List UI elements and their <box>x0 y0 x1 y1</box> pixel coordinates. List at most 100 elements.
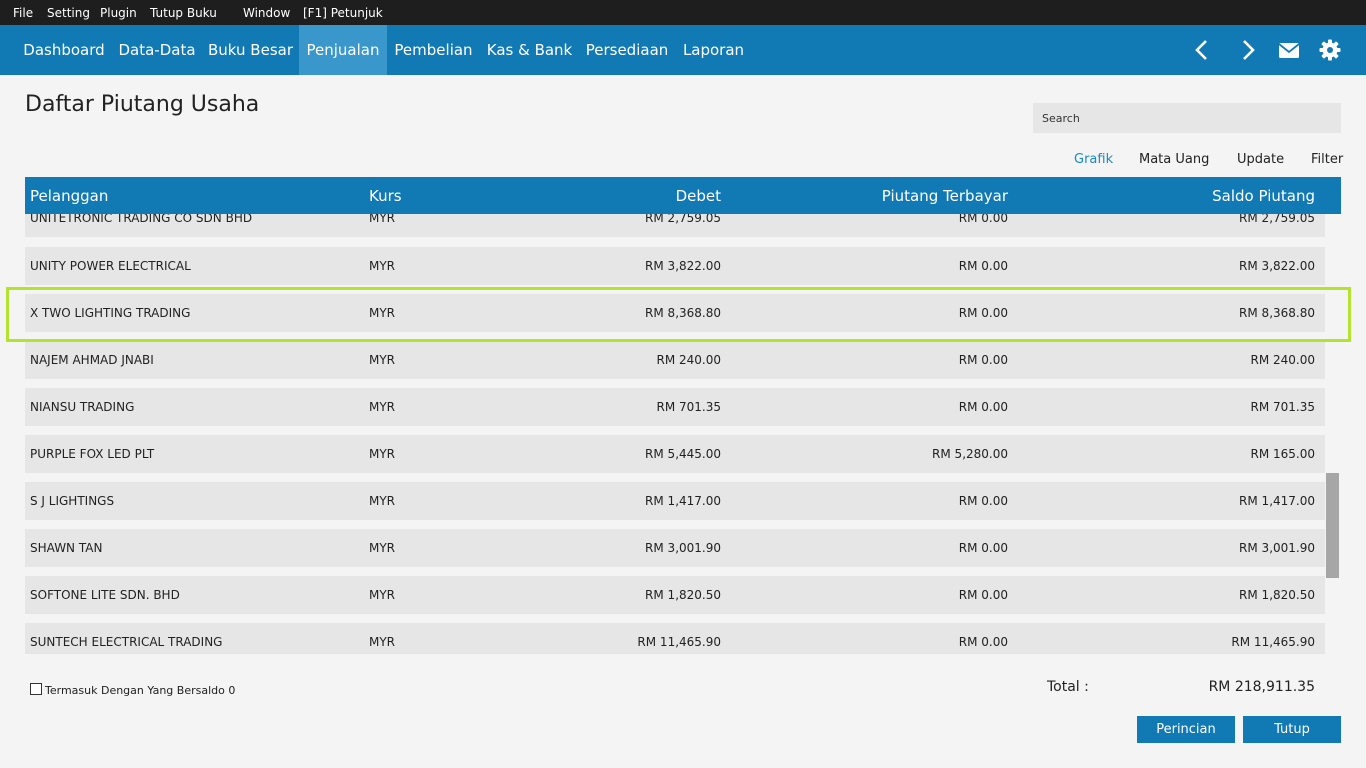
page-title: Daftar Piutang Usaha <box>25 92 260 117</box>
menu-tutup-buku[interactable]: Tutup Buku <box>150 6 217 20</box>
cell-kurs: MYR <box>369 306 396 320</box>
cell-kurs: MYR <box>369 259 396 273</box>
table-body: UNITETRONIC TRADING CO SDN BHD MYR RM 2,… <box>25 214 1341 654</box>
table-row[interactable]: PURPLE FOX LED PLT MYR RM 5,445.00 RM 5,… <box>25 435 1325 473</box>
cell-pelanggan: NIANSU TRADING <box>30 400 135 414</box>
cell-pelanggan: SHAWN TAN <box>30 541 103 555</box>
scrollbar-thumb[interactable] <box>1326 473 1339 578</box>
table-row[interactable]: UNITY POWER ELECTRICAL MYR RM 3,822.00 R… <box>25 247 1325 285</box>
cell-debet: RM 240.00 <box>656 353 722 367</box>
cell-debet: RM 11,465.90 <box>637 635 721 649</box>
nav-dashboard[interactable]: Dashboard <box>16 25 112 75</box>
cell-piutang-terbayar: RM 0.00 <box>958 400 1008 414</box>
cell-pelanggan: S J LIGHTINGS <box>30 494 115 508</box>
cell-piutang-terbayar: RM 5,280.00 <box>932 447 1008 461</box>
column-piutang-terbayar[interactable]: Piutang Terbayar <box>882 187 1008 205</box>
table-row[interactable]: SHAWN TAN MYR RM 3,001.90 RM 0.00 RM 3,0… <box>25 529 1325 567</box>
menu-window[interactable]: Window <box>243 6 290 20</box>
column-debet[interactable]: Debet <box>676 187 721 205</box>
cell-pelanggan: PURPLE FOX LED PLT <box>30 447 155 461</box>
search-input[interactable] <box>1033 103 1341 133</box>
cell-saldo-piutang: RM 165.00 <box>1250 447 1316 461</box>
cell-debet: RM 8,368.80 <box>645 306 721 320</box>
table-header: Pelanggan Kurs Debet Piutang Terbayar Sa… <box>25 177 1341 214</box>
cell-kurs: MYR <box>369 214 396 225</box>
cell-saldo-piutang: RM 701.35 <box>1250 400 1316 414</box>
cell-kurs: MYR <box>369 635 396 649</box>
menu-help[interactable]: [F1] Petunjuk <box>303 6 383 20</box>
cell-pelanggan: X TWO LIGHTING TRADING <box>30 306 191 320</box>
nav-kas-bank[interactable]: Kas & Bank <box>480 25 579 75</box>
cell-piutang-terbayar: RM 0.00 <box>958 494 1008 508</box>
cell-saldo-piutang: RM 11,465.90 <box>1231 635 1315 649</box>
cell-kurs: MYR <box>369 400 396 414</box>
update-link[interactable]: Update <box>1237 152 1284 167</box>
cell-debet: RM 3,822.00 <box>645 259 721 273</box>
menu-file[interactable]: File <box>13 6 33 20</box>
cell-kurs: MYR <box>369 494 396 508</box>
menu-bar: File Setting Plugin Tutup Buku Window [F… <box>0 0 1366 25</box>
cell-kurs: MYR <box>369 447 396 461</box>
total-label: Total : <box>1047 679 1089 695</box>
cell-debet: RM 1,820.50 <box>645 588 721 602</box>
cell-piutang-terbayar: RM 0.00 <box>958 541 1008 555</box>
cell-saldo-piutang: RM 8,368.80 <box>1239 306 1315 320</box>
column-kurs[interactable]: Kurs <box>369 187 402 205</box>
table-row[interactable]: S J LIGHTINGS MYR RM 1,417.00 RM 0.00 RM… <box>25 482 1325 520</box>
cell-saldo-piutang: RM 1,417.00 <box>1239 494 1315 508</box>
cell-debet: RM 701.35 <box>656 400 722 414</box>
column-saldo-piutang[interactable]: Saldo Piutang <box>1212 187 1315 205</box>
cell-saldo-piutang: RM 1,820.50 <box>1239 588 1315 602</box>
nav-persediaan[interactable]: Persediaan <box>579 25 675 75</box>
grafik-link[interactable]: Grafik <box>1074 152 1113 167</box>
main-nav: Dashboard Data-Data Buku Besar Penjualan… <box>0 25 1366 75</box>
include-zero-balance-checkbox[interactable] <box>30 683 42 695</box>
chevron-left-icon[interactable] <box>1190 38 1214 62</box>
cell-kurs: MYR <box>369 588 396 602</box>
mata-uang-link[interactable]: Mata Uang <box>1139 152 1209 167</box>
cell-pelanggan: SUNTECH ELECTRICAL TRADING <box>30 635 223 649</box>
table-row[interactable]: NIANSU TRADING MYR RM 701.35 RM 0.00 RM … <box>25 388 1325 426</box>
gear-icon[interactable] <box>1318 38 1342 62</box>
cell-kurs: MYR <box>369 353 396 367</box>
perincian-button[interactable]: Perincian <box>1137 716 1235 743</box>
table-row[interactable]: UNITETRONIC TRADING CO SDN BHD MYR RM 2,… <box>25 214 1325 237</box>
total-value: RM 218,911.35 <box>1208 679 1315 695</box>
table-row[interactable]: SUNTECH ELECTRICAL TRADING MYR RM 11,465… <box>25 623 1325 654</box>
filter-link[interactable]: Filter <box>1311 152 1343 167</box>
cell-pelanggan: UNITETRONIC TRADING CO SDN BHD <box>30 214 253 225</box>
tutup-button[interactable]: Tutup <box>1243 716 1341 743</box>
cell-saldo-piutang: RM 2,759.05 <box>1239 214 1315 225</box>
cell-pelanggan: SOFTONE LITE SDN. BHD <box>30 588 180 602</box>
cell-piutang-terbayar: RM 0.00 <box>958 214 1008 225</box>
menu-setting[interactable]: Setting <box>47 6 90 20</box>
cell-pelanggan: UNITY POWER ELECTRICAL <box>30 259 191 273</box>
nav-laporan[interactable]: Laporan <box>675 25 752 75</box>
table-row[interactable]: NAJEM AHMAD JNABI MYR RM 240.00 RM 0.00 … <box>25 341 1325 379</box>
nav-buku-besar[interactable]: Buku Besar <box>202 25 299 75</box>
cell-debet: RM 3,001.90 <box>645 541 721 555</box>
cell-piutang-terbayar: RM 0.00 <box>958 259 1008 273</box>
cell-pelanggan: NAJEM AHMAD JNABI <box>30 353 154 367</box>
table-row[interactable]: SOFTONE LITE SDN. BHD MYR RM 1,820.50 RM… <box>25 576 1325 614</box>
cell-kurs: MYR <box>369 541 396 555</box>
nav-data-data[interactable]: Data-Data <box>112 25 202 75</box>
cell-piutang-terbayar: RM 0.00 <box>958 588 1008 602</box>
column-pelanggan[interactable]: Pelanggan <box>30 187 108 205</box>
cell-saldo-piutang: RM 3,001.90 <box>1239 541 1315 555</box>
nav-pembelian[interactable]: Pembelian <box>387 25 480 75</box>
table-row-selected[interactable]: X TWO LIGHTING TRADING MYR RM 8,368.80 R… <box>25 294 1325 332</box>
nav-penjualan[interactable]: Penjualan <box>299 25 387 75</box>
cell-debet: RM 2,759.05 <box>645 214 721 225</box>
cell-debet: RM 5,445.00 <box>645 447 721 461</box>
cell-piutang-terbayar: RM 0.00 <box>958 306 1008 320</box>
mail-icon[interactable] <box>1277 38 1301 62</box>
menu-plugin[interactable]: Plugin <box>100 6 137 20</box>
cell-debet: RM 1,417.00 <box>645 494 721 508</box>
include-zero-balance-label[interactable]: Termasuk Dengan Yang Bersaldo 0 <box>45 684 235 697</box>
cell-saldo-piutang: RM 240.00 <box>1250 353 1316 367</box>
cell-saldo-piutang: RM 3,822.00 <box>1239 259 1315 273</box>
cell-piutang-terbayar: RM 0.00 <box>958 353 1008 367</box>
cell-piutang-terbayar: RM 0.00 <box>958 635 1008 649</box>
chevron-right-icon[interactable] <box>1236 38 1260 62</box>
